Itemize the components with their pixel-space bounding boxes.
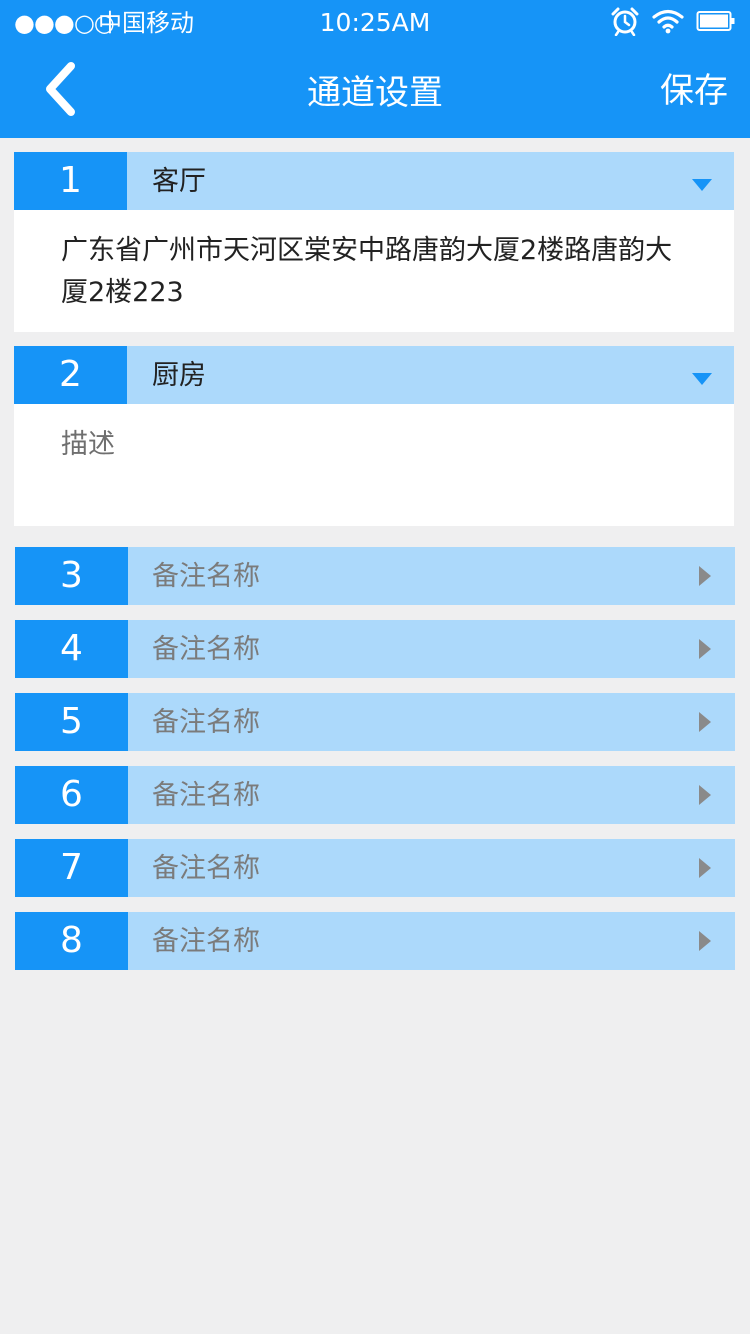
triangle-right-icon — [699, 712, 711, 732]
channel-number: 3 — [15, 547, 128, 605]
channel-number: 8 — [15, 912, 128, 970]
channel-description[interactable]: 广东省广州市天河区棠安中路唐韵大厦2楼路唐韵大厦2楼223 — [14, 210, 734, 314]
navigation-bar: 通道设置 保存 — [0, 46, 750, 138]
triangle-down-icon — [692, 179, 712, 191]
status-icons — [610, 6, 736, 40]
save-button[interactable]: 保存 — [660, 66, 728, 116]
channel-name: 客厅 — [152, 166, 206, 197]
channel-row-4[interactable]: 4 备注名称 — [15, 620, 735, 678]
triangle-right-icon — [699, 566, 711, 586]
channel-number: 2 — [14, 346, 127, 404]
app-header: ●●●○○ 中国移动 10:25AM 通道设置 保存 — [0, 0, 750, 138]
triangle-right-icon — [699, 931, 711, 951]
channel-name-placeholder: 备注名称 — [152, 707, 260, 738]
channel-number: 7 — [15, 839, 128, 897]
channel-card-1: 1 客厅 广东省广州市天河区棠安中路唐韵大厦2楼路唐韵大厦2楼223 — [14, 152, 734, 332]
triangle-right-icon — [699, 785, 711, 805]
channel-name-placeholder: 备注名称 — [152, 853, 260, 884]
status-bar: ●●●○○ 中国移动 10:25AM — [0, 0, 750, 46]
channel-header-1[interactable]: 1 客厅 — [14, 152, 734, 210]
channel-name-placeholder: 备注名称 — [152, 780, 260, 811]
channel-name-placeholder: 备注名称 — [152, 926, 260, 957]
page-title: 通道设置 — [307, 73, 443, 113]
triangle-right-icon — [699, 639, 711, 659]
channel-row-6[interactable]: 6 备注名称 — [15, 766, 735, 824]
channel-number: 6 — [15, 766, 128, 824]
channel-description-input[interactable]: 描述 — [14, 404, 734, 466]
wifi-icon — [652, 8, 684, 38]
channel-header-2[interactable]: 2 厨房 — [14, 346, 734, 404]
channel-row-8[interactable]: 8 备注名称 — [15, 912, 735, 970]
channel-number: 4 — [15, 620, 128, 678]
channel-row-3[interactable]: 3 备注名称 — [15, 547, 735, 605]
channel-number: 1 — [14, 152, 127, 210]
triangle-down-icon — [692, 373, 712, 385]
channel-name-placeholder: 备注名称 — [152, 561, 260, 592]
channel-name-placeholder: 备注名称 — [152, 634, 260, 665]
triangle-right-icon — [699, 858, 711, 878]
channel-row-7[interactable]: 7 备注名称 — [15, 839, 735, 897]
alarm-icon — [610, 6, 640, 40]
channel-card-2: 2 厨房 描述 — [14, 346, 734, 526]
channel-row-5[interactable]: 5 备注名称 — [15, 693, 735, 751]
battery-icon — [696, 9, 736, 37]
channel-name: 厨房 — [152, 360, 206, 391]
channel-number: 5 — [15, 693, 128, 751]
